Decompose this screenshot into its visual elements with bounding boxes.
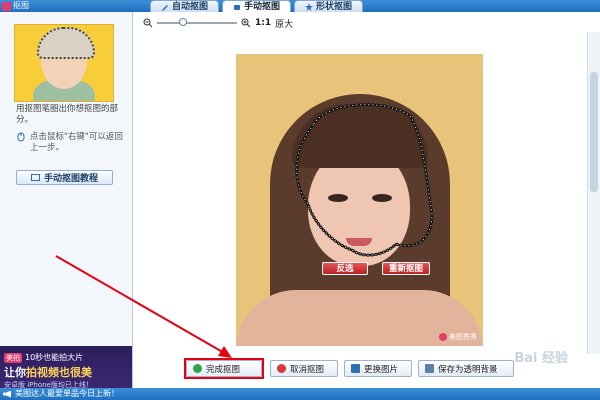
- tab-bar: 自动抠图 手动抠图 形状抠图: [150, 0, 364, 12]
- redraw-button[interactable]: 重新抠图: [382, 262, 430, 275]
- tip: 点击鼠标"右键"可以返回上一步。: [16, 132, 128, 154]
- photo-watermark: 美图秀秀: [439, 332, 477, 342]
- tip-text: 点击鼠标"右键"可以返回上一步。: [30, 132, 123, 153]
- work-area: 1:1 原大 反选 重新抠图 美图秀秀 Bai 经验 完成抠图 取消抠图 更换图…: [133, 12, 600, 388]
- title-bar: 抠图 自动抠图 手动抠图 形状抠图: [0, 0, 600, 12]
- ad-line1: 10秒也能拍大片: [25, 353, 84, 362]
- meitu-logo-icon: [439, 333, 447, 341]
- photo-canvas[interactable]: 反选 重新抠图 美图秀秀: [236, 54, 483, 346]
- mouse-icon: [17, 132, 25, 142]
- left-panel: 用抠图笔圈出你想抠图的部分。 点击鼠标"右键"可以返回上一步。 手动抠图教程 美…: [0, 12, 133, 400]
- app-title: 抠图: [2, 0, 29, 12]
- vertical-scrollbar[interactable]: [587, 32, 600, 354]
- close-icon: [277, 364, 286, 373]
- ad-badge: 美拍: [4, 352, 22, 363]
- zoom-out-icon[interactable]: [143, 18, 153, 28]
- zoom-in-icon[interactable]: [241, 18, 251, 28]
- app-icon: [2, 1, 11, 11]
- zoom-ratio[interactable]: 1:1: [255, 18, 271, 28]
- zoom-slider-knob[interactable]: [179, 18, 188, 26]
- tutorial-button[interactable]: 手动抠图教程: [16, 170, 113, 185]
- ad-line2-prefix: 让你: [4, 366, 26, 379]
- book-icon: [30, 174, 40, 181]
- save-transparent-button[interactable]: 保存为透明背景: [418, 360, 514, 377]
- speaker-icon: [3, 390, 11, 398]
- status-bar[interactable]: 美图达人最爱单品今日上新！: [0, 388, 600, 400]
- app-title-text: 抠图: [13, 1, 29, 10]
- highlight-box: [184, 358, 264, 379]
- instruction-text: 用抠图笔圈出你想抠图的部分。: [16, 104, 119, 125]
- selection-outline[interactable]: [236, 54, 483, 346]
- example-thumbnail: [14, 24, 114, 102]
- zoom-slider[interactable]: [157, 18, 237, 26]
- tab-shape-cutout[interactable]: 形状抠图: [294, 0, 364, 12]
- star-icon: [305, 2, 314, 11]
- status-text: 美图达人最爱单品今日上新！: [15, 389, 119, 398]
- tab-manual-cutout[interactable]: 手动抠图: [222, 0, 292, 12]
- save-icon: [425, 364, 434, 373]
- image-icon: [351, 364, 360, 373]
- ad-line2-highlight: 拍视频也很美: [26, 366, 92, 379]
- tab-auto-cutout[interactable]: 自动抠图: [150, 0, 220, 12]
- zoom-bar: 1:1 原大: [143, 16, 293, 30]
- scrollbar-thumb[interactable]: [590, 72, 598, 192]
- zoom-original-label[interactable]: 原大: [275, 17, 293, 30]
- hand-icon: [234, 4, 241, 10]
- invert-selection-button[interactable]: 反选: [322, 262, 368, 275]
- pen-icon: [162, 4, 168, 11]
- cancel-button[interactable]: 取消抠图: [270, 360, 338, 377]
- replace-image-button[interactable]: 更换图片: [344, 360, 412, 377]
